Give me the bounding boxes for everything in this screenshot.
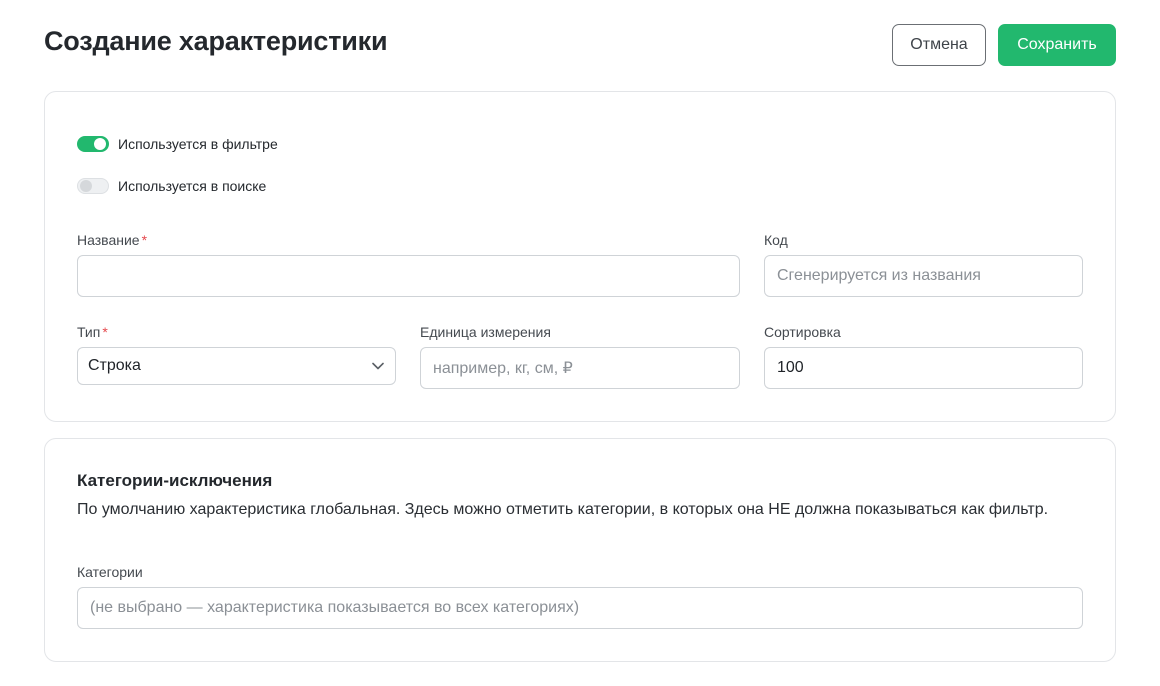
search-toggle[interactable] bbox=[77, 178, 109, 194]
sort-input[interactable]: 100 bbox=[764, 347, 1083, 389]
exclusions-title: Категории-исключения bbox=[77, 471, 273, 490]
chevron-down-icon bbox=[371, 359, 385, 373]
exclusions-card: Категории-исключения По умолчанию характ… bbox=[44, 438, 1116, 662]
required-mark: * bbox=[141, 232, 148, 248]
filter-toggle-row[interactable]: Используется в фильтре bbox=[77, 136, 278, 152]
cancel-button[interactable]: Отмена bbox=[892, 24, 986, 66]
code-input[interactable]: Сгенерируется из названия bbox=[764, 255, 1083, 297]
type-select[interactable]: Строка bbox=[77, 347, 396, 385]
code-label: Код bbox=[764, 232, 788, 248]
toggle-knob bbox=[80, 180, 92, 192]
name-label-text: Название bbox=[77, 232, 140, 248]
filter-toggle[interactable] bbox=[77, 136, 109, 152]
unit-input[interactable]: например, кг, см, ₽ bbox=[420, 347, 740, 389]
required-mark: * bbox=[102, 324, 108, 340]
categories-select[interactable]: (не выбрано — характеристика показываетс… bbox=[77, 587, 1083, 629]
unit-label: Единица измерения bbox=[420, 324, 551, 340]
exclusions-description: По умолчанию характеристика глобальная. … bbox=[77, 501, 1049, 518]
type-label: Тип * bbox=[77, 324, 108, 340]
save-button[interactable]: Сохранить bbox=[998, 24, 1116, 66]
search-toggle-label: Используется в поиске bbox=[118, 178, 267, 194]
type-label-text: Тип bbox=[77, 324, 101, 340]
name-label: Название * bbox=[77, 232, 147, 248]
filter-toggle-label: Используется в фильтре bbox=[118, 136, 278, 152]
type-select-value: Строка bbox=[88, 357, 141, 374]
sort-label: Сортировка bbox=[764, 324, 841, 340]
name-input[interactable] bbox=[77, 255, 740, 297]
page-title: Создание характеристики bbox=[44, 26, 388, 56]
categories-label: Категории bbox=[77, 564, 143, 580]
main-settings-card: Используется в фильтре Используется в по… bbox=[44, 91, 1116, 422]
search-toggle-row[interactable]: Используется в поиске bbox=[77, 178, 266, 194]
toggle-knob bbox=[94, 138, 106, 150]
